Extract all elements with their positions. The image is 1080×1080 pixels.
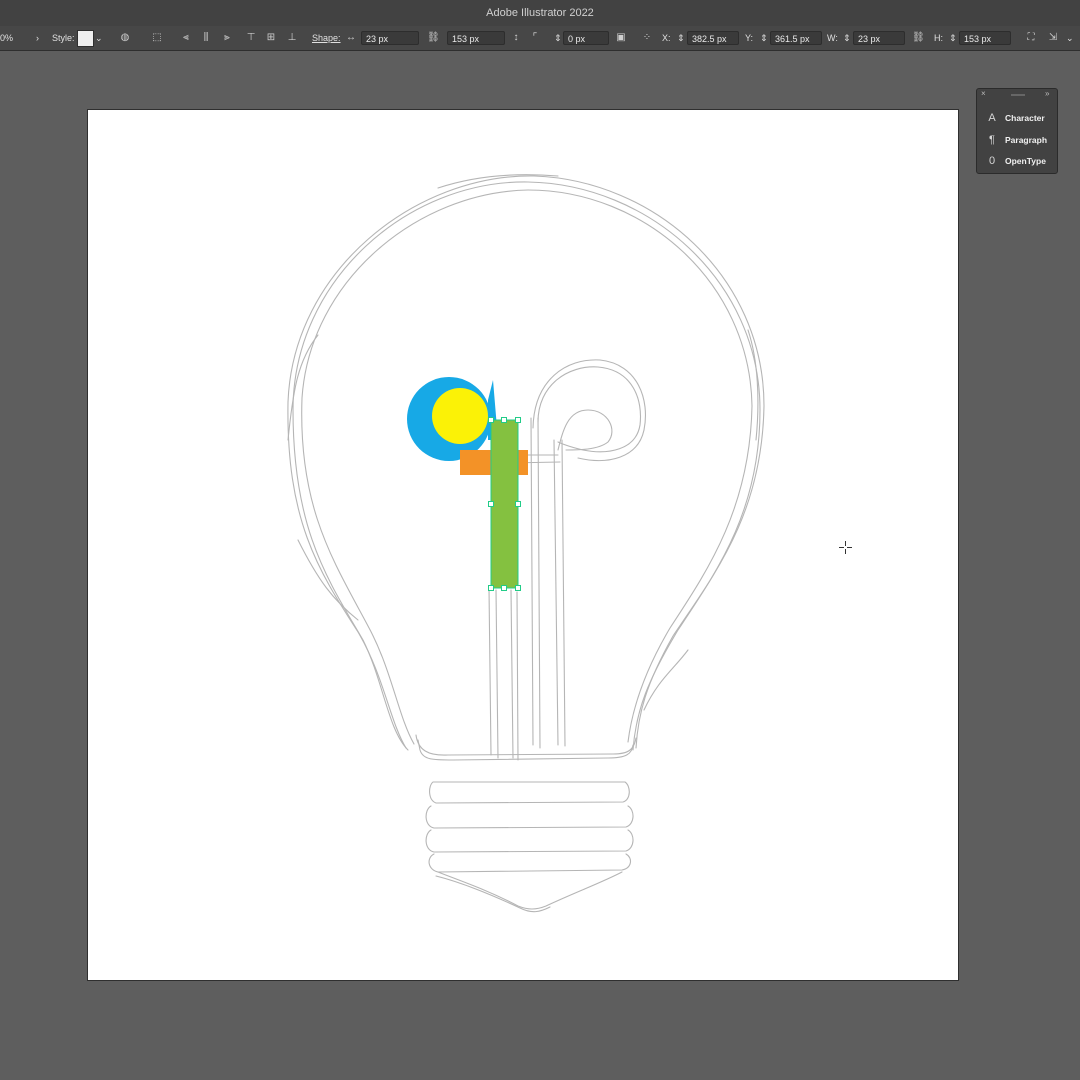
collapse-icon[interactable]: »: [1045, 89, 1049, 98]
app-title-bar: Adobe Illustrator 2022: [0, 0, 1080, 26]
stepper-icon[interactable]: ⇕: [554, 26, 562, 50]
artwork-canvas: [287, 174, 765, 913]
lightbulb-sketch: [287, 174, 765, 913]
shape-height-field[interactable]: 153 px: [447, 31, 505, 45]
panel-header: × »: [977, 89, 1057, 99]
artboard[interactable]: [87, 109, 959, 981]
align-left-icon[interactable]: ⫷: [180, 32, 192, 44]
type-panel: × » A Character ¶ Paragraph 0 OpenType: [976, 88, 1058, 174]
w-label: W:: [827, 33, 838, 43]
h-field[interactable]: 153 px: [959, 31, 1011, 45]
fit-icon[interactable]: ⛶: [1025, 32, 1037, 44]
bounding-box-icon[interactable]: ▣: [615, 32, 627, 44]
opentype-icon: 0: [988, 155, 996, 167]
chevron-down-icon[interactable]: ⌄: [95, 26, 103, 50]
align-middle-icon[interactable]: ⊞: [265, 32, 277, 44]
y-label: Y:: [745, 33, 754, 43]
x-label: X:: [662, 33, 671, 43]
h-label: H:: [934, 33, 943, 43]
opacity-value[interactable]: 0%: [0, 26, 13, 50]
align-top-icon[interactable]: ⊤: [245, 32, 257, 44]
shape-width-field[interactable]: 23 px: [361, 31, 419, 45]
stepper-icon[interactable]: ⇕: [760, 26, 768, 50]
style-label: Style:: [52, 33, 75, 43]
yellow-circle: [432, 388, 488, 444]
chevron-right-icon[interactable]: ›: [36, 26, 39, 50]
control-bar: 0% › Style: ⌄ ◍ ⬚ ⫷ ⫼ ⫸ ⊤ ⊞ ⊥ Shape: ↔ 2…: [0, 26, 1080, 51]
shape-label[interactable]: Shape:: [312, 26, 341, 50]
window-title: Adobe Illustrator 2022: [486, 7, 594, 19]
constrain-proportions-icon[interactable]: ⛓: [912, 32, 925, 44]
paragraph-icon: ¶: [989, 134, 995, 146]
green-rectangle[interactable]: [491, 420, 518, 588]
transform-icon[interactable]: ⬚: [151, 32, 163, 44]
panel-item-character[interactable]: A Character: [977, 108, 1057, 128]
close-icon[interactable]: ×: [981, 89, 986, 98]
stepper-icon[interactable]: ⇕: [677, 26, 685, 50]
reference-point-icon[interactable]: ⁘: [641, 32, 653, 44]
y-field[interactable]: 361.5 px: [770, 31, 822, 45]
align-bottom-icon[interactable]: ⊥: [286, 32, 298, 44]
corner-radius-field[interactable]: 0 px: [563, 31, 609, 45]
align-right-icon[interactable]: ⫸: [221, 32, 233, 44]
panel-item-label: OpenType: [1005, 156, 1046, 166]
recolor-icon[interactable]: ◍: [119, 32, 131, 44]
w-field[interactable]: 23 px: [853, 31, 905, 45]
style-swatch[interactable]: [77, 30, 94, 47]
more-options-icon[interactable]: ⇲: [1047, 32, 1059, 44]
height-icon: ↕: [513, 32, 519, 43]
x-field[interactable]: 382.5 px: [687, 31, 739, 45]
panel-item-paragraph[interactable]: ¶ Paragraph: [977, 130, 1057, 150]
panel-item-label: Paragraph: [1005, 135, 1048, 145]
stepper-icon[interactable]: ⇕: [949, 26, 957, 50]
character-icon: A: [988, 112, 996, 124]
link-dimensions-icon[interactable]: ⛓: [427, 32, 440, 44]
width-icon: ↔: [346, 32, 356, 43]
corner-type-icon[interactable]: ⌜: [529, 32, 541, 44]
crosshair-cursor-icon: [839, 541, 852, 554]
panel-item-opentype[interactable]: 0 OpenType: [977, 151, 1057, 171]
chevron-down-icon[interactable]: ⌄: [1066, 26, 1074, 50]
align-center-icon[interactable]: ⫼: [200, 32, 212, 44]
panel-item-label: Character: [1005, 113, 1045, 123]
stepper-icon[interactable]: ⇕: [843, 26, 851, 50]
colored-shapes: [407, 377, 528, 588]
drag-handle[interactable]: [1011, 94, 1025, 96]
